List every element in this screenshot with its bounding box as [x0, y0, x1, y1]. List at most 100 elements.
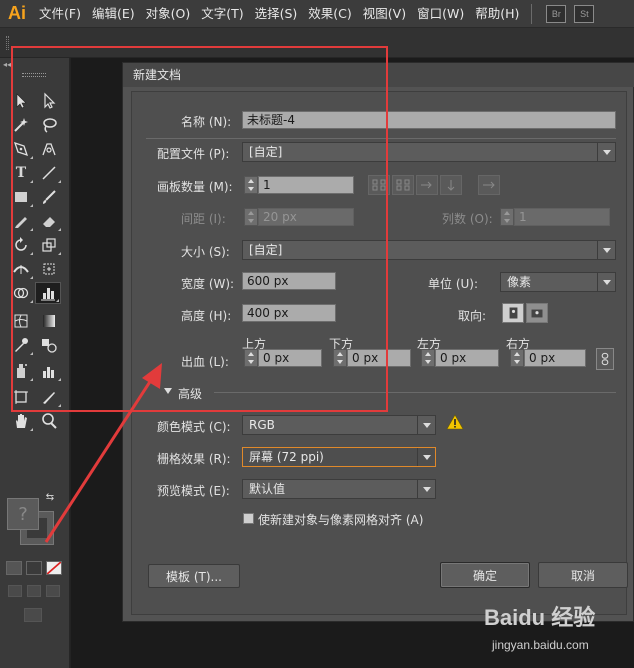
bleed-right-stepper[interactable] [510, 349, 524, 367]
profile-label: 配置文件 (P): [157, 147, 230, 161]
artboard-tool-icon[interactable] [8, 386, 34, 408]
bleed-label: 出血 (L): [181, 355, 229, 369]
spacing-field[interactable]: 20 px [258, 208, 354, 226]
menu-view[interactable]: 视图(V) [358, 0, 411, 28]
fill-stroke-widget[interactable]: ? [7, 498, 54, 545]
right-to-left-icon[interactable] [478, 175, 500, 195]
warning-icon[interactable] [446, 414, 464, 430]
bleed-left-stepper[interactable] [421, 349, 435, 367]
grip-icon[interactable] [6, 36, 9, 50]
cancel-button[interactable]: 取消 [538, 562, 628, 588]
artboards-label: 画板数量 (M): [157, 180, 233, 194]
blend-tool-icon[interactable] [36, 334, 62, 356]
menu-window[interactable]: 窗口(W) [412, 0, 469, 28]
draw-inside-button[interactable] [46, 585, 60, 597]
swap-colors-icon[interactable]: ⇆ [42, 490, 58, 504]
align-pixel-grid-checkbox[interactable] [243, 513, 254, 524]
chevron-down-icon [417, 416, 435, 434]
portrait-orientation-icon[interactable] [502, 303, 524, 323]
columns-field[interactable]: 1 [514, 208, 610, 226]
magic-wand-tool-icon[interactable] [8, 114, 34, 136]
bleed-right-field[interactable]: 0 px [524, 349, 586, 367]
line-segment-tool-icon[interactable] [36, 162, 62, 184]
align-pixel-grid-label[interactable]: 使新建对象与像素网格对齐 (A) [258, 511, 423, 528]
bleed-bottom-stepper[interactable] [333, 349, 347, 367]
pencil-tool-icon[interactable] [8, 210, 34, 232]
advanced-label[interactable]: 高级 [178, 385, 202, 402]
artboards-stepper[interactable] [244, 176, 258, 194]
stock-button[interactable]: St [574, 4, 595, 23]
gradient-mode-button[interactable] [26, 561, 42, 575]
arrange-by-column-icon[interactable] [440, 175, 462, 195]
menu-edit[interactable]: 编辑(E) [87, 0, 140, 28]
selection-tool-icon[interactable] [8, 90, 34, 112]
ok-button[interactable]: 确定 [440, 562, 530, 588]
separator [214, 392, 616, 393]
height-field[interactable]: 400 px [242, 304, 336, 322]
menu-object[interactable]: 对象(O) [141, 0, 196, 28]
units-dropdown[interactable]: 像素 [500, 272, 616, 292]
menu-type[interactable]: 文字(T) [196, 0, 248, 28]
landscape-orientation-icon[interactable] [526, 303, 548, 323]
eyedropper-tool-icon[interactable] [8, 334, 34, 356]
scale-tool-icon[interactable] [36, 234, 62, 256]
gradient-tool-icon[interactable] [36, 310, 62, 332]
grid-by-column-icon[interactable] [392, 175, 414, 195]
columns-stepper[interactable] [500, 208, 514, 226]
shape-builder-tool-icon[interactable] [8, 282, 34, 304]
bleed-top-stepper[interactable] [244, 349, 258, 367]
arrange-by-row-icon[interactable] [416, 175, 438, 195]
type-tool-icon[interactable]: T [8, 162, 34, 184]
slice-tool-icon[interactable] [36, 386, 62, 408]
raster-effects-dropdown[interactable]: 屏幕 (72 ppi) [242, 447, 436, 467]
zoom-tool-icon[interactable] [36, 410, 62, 432]
menu-effect[interactable]: 效果(C) [303, 0, 356, 28]
none-mode-button[interactable] [46, 561, 62, 575]
name-field[interactable]: 未标题-4 [242, 111, 616, 129]
screen-mode-button[interactable] [24, 608, 42, 622]
chain-link-icon[interactable] [596, 348, 614, 370]
name-label: 名称 (N): [181, 115, 232, 129]
menu-help[interactable]: 帮助(H) [470, 0, 524, 28]
preview-mode-dropdown[interactable]: 默认值 [242, 479, 436, 499]
direct-selection-tool-icon[interactable] [36, 90, 62, 112]
lasso-tool-icon[interactable] [36, 114, 62, 136]
profile-dropdown[interactable]: [自定] [242, 142, 616, 162]
app-logo: Ai [8, 3, 26, 23]
rectangle-tool-icon[interactable] [8, 186, 34, 208]
bleed-bottom-field[interactable]: 0 px [347, 349, 411, 367]
curvature-tool-icon[interactable] [36, 138, 62, 160]
fill-swatch[interactable]: ? [7, 498, 39, 530]
draw-normal-button[interactable] [8, 585, 22, 597]
menu-select[interactable]: 选择(S) [250, 0, 303, 28]
draw-behind-button[interactable] [27, 585, 41, 597]
rotate-tool-icon[interactable] [8, 234, 34, 256]
bleed-left-field[interactable]: 0 px [435, 349, 499, 367]
graph-tool-icon[interactable] [35, 282, 61, 304]
paintbrush-tool-icon[interactable] [36, 186, 62, 208]
panel-gripper[interactable] [22, 73, 46, 77]
collapse-icon[interactable]: ◂◂ [3, 60, 11, 69]
mesh-tool-icon[interactable] [8, 310, 34, 332]
color-mode-button[interactable] [6, 561, 22, 575]
column-graph-tool-icon[interactable] [36, 360, 62, 382]
bridge-button[interactable]: Br [546, 4, 567, 23]
free-transform-tool-icon[interactable] [36, 258, 62, 280]
width-field[interactable]: 600 px [242, 272, 336, 290]
eraser-tool-icon[interactable] [36, 210, 62, 232]
spacing-stepper[interactable] [244, 208, 258, 226]
pen-tool-icon[interactable] [8, 138, 34, 160]
menu-file[interactable]: 文件(F) [34, 0, 86, 28]
artboards-field[interactable]: 1 [258, 176, 354, 194]
width-tool-icon[interactable] [8, 258, 34, 280]
symbol-sprayer-tool-icon[interactable] [8, 360, 34, 382]
color-mode-dropdown[interactable]: RGB [242, 415, 436, 435]
bleed-top-field[interactable]: 0 px [258, 349, 322, 367]
illustrator-window: Ai 文件(F) 编辑(E) 对象(O) 文字(T) 选择(S) 效果(C) 视… [0, 0, 634, 668]
grid-by-row-icon[interactable] [368, 175, 390, 195]
disclosure-triangle-icon[interactable] [164, 388, 172, 394]
size-dropdown[interactable]: [自定] [242, 240, 616, 260]
watermark-url: jingyan.baidu.com [492, 638, 589, 652]
templates-button[interactable]: 模板 (T)... [148, 564, 240, 588]
hand-tool-icon[interactable] [8, 410, 34, 432]
